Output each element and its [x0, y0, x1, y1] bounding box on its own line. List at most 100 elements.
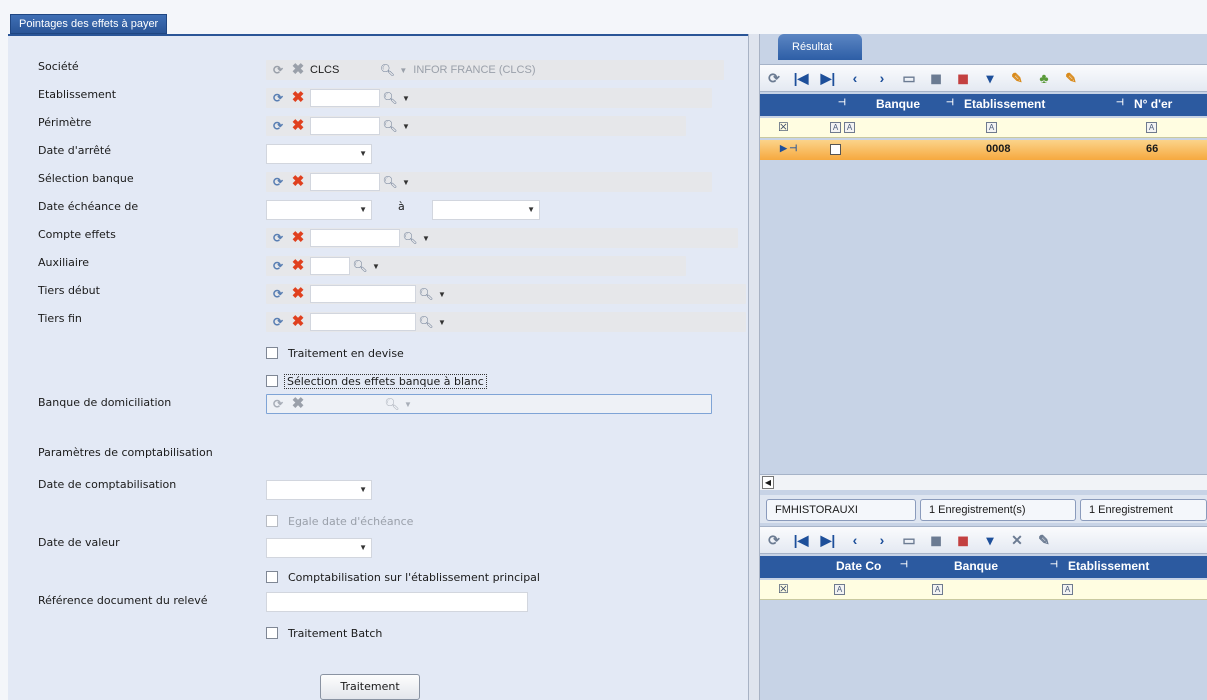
export-icon[interactable]: ✎: [1009, 70, 1025, 87]
chevron-down-icon[interactable]: ▼: [438, 318, 446, 327]
auxiliaire-input[interactable]: [310, 257, 350, 275]
last-record-icon[interactable]: ▶|: [820, 70, 836, 87]
clear-icon[interactable]: ✖: [290, 174, 306, 190]
next-record-icon[interactable]: ›: [874, 70, 890, 86]
clear-icon[interactable]: ✖: [290, 314, 306, 330]
col-banque[interactable]: Banque: [954, 559, 998, 573]
filter-a-icon[interactable]: A: [834, 584, 845, 595]
filter-edit-icon[interactable]: ☒: [778, 120, 789, 134]
chevron-down-icon[interactable]: ▼: [438, 290, 446, 299]
filter-a-icon[interactable]: A: [830, 122, 841, 133]
database-delete-icon[interactable]: ◼: [955, 532, 971, 549]
result-panel: Résultat ⟳ |◀ ▶| ‹ › ▭ ◼ ◼ ▾ ✎ ♣ ✎ ⊣ Ban…: [760, 34, 1207, 700]
row-checkbox[interactable]: [830, 144, 841, 155]
date-echeance-to-picker[interactable]: ▼: [432, 200, 540, 220]
last-record-icon[interactable]: ▶|: [820, 532, 836, 549]
reference-doc-input[interactable]: [266, 592, 528, 612]
filter-a-icon[interactable]: A: [1146, 122, 1157, 133]
database-icon[interactable]: ◼: [928, 70, 944, 87]
horizontal-scrollbar[interactable]: ◀: [760, 474, 1207, 490]
first-record-icon[interactable]: |◀: [793, 532, 809, 549]
clear-icon[interactable]: ✖: [290, 230, 306, 246]
col-etablissement[interactable]: Etablissement: [964, 97, 1045, 111]
traitement-devise-checkbox[interactable]: Traitement en devise: [266, 344, 404, 362]
filter-a-icon[interactable]: A: [844, 122, 855, 133]
filter-edit-icon[interactable]: ☒: [778, 582, 789, 596]
edit-icon[interactable]: ✎: [1036, 532, 1052, 549]
col-etablissement[interactable]: Etablissement: [1068, 559, 1149, 573]
refresh-icon[interactable]: ⟳: [270, 314, 286, 330]
panel-splitter[interactable]: [748, 34, 760, 700]
refresh-icon[interactable]: ⟳: [270, 90, 286, 106]
col-date-co[interactable]: Date Co: [836, 559, 881, 573]
compta-etab-principal-checkbox[interactable]: Comptabilisation sur l'établissement pri…: [266, 568, 540, 586]
egale-date-echeance-checkbox[interactable]: Egale date d'échéance: [266, 512, 413, 530]
refresh-icon[interactable]: ⟳: [270, 174, 286, 190]
search-icon[interactable]: 🔍︎: [382, 90, 398, 106]
filter-dropdown-icon[interactable]: ▾: [982, 532, 998, 549]
tools-icon[interactable]: ✕: [1009, 532, 1025, 549]
date-echeance-from-picker[interactable]: ▼: [266, 200, 372, 220]
search-icon[interactable]: 🔍︎: [402, 230, 418, 246]
chevron-down-icon[interactable]: ▼: [402, 122, 410, 131]
window-icon[interactable]: ▭: [901, 532, 917, 549]
search-icon[interactable]: 🔍︎: [382, 118, 398, 134]
pin-icon[interactable]: ⊣: [900, 559, 908, 570]
first-record-icon[interactable]: |◀: [793, 70, 809, 87]
database-delete-icon[interactable]: ◼: [955, 70, 971, 87]
prev-record-icon[interactable]: ‹: [847, 70, 863, 86]
pin-icon[interactable]: ⊣: [838, 97, 846, 108]
pin-icon[interactable]: ⊣: [1116, 97, 1124, 108]
search-icon[interactable]: 🔍︎: [352, 258, 368, 274]
traitement-batch-checkbox[interactable]: Traitement Batch: [266, 624, 382, 642]
date-valeur-picker[interactable]: ▼: [266, 538, 372, 558]
table-row[interactable]: ▶ ⊣ 0008 66: [760, 140, 1207, 160]
filter-a-icon[interactable]: A: [932, 584, 943, 595]
search-icon[interactable]: 🔍︎: [418, 314, 434, 330]
refresh-icon[interactable]: ⟳: [270, 230, 286, 246]
traitement-button[interactable]: Traitement: [320, 674, 420, 700]
tiers-fin-input[interactable]: [310, 313, 416, 331]
clear-icon[interactable]: ✖: [290, 118, 306, 134]
chevron-down-icon[interactable]: ▼: [402, 178, 410, 187]
refresh-icon[interactable]: ⟳: [766, 70, 782, 87]
search-icon[interactable]: 🔍︎: [418, 286, 434, 302]
scroll-left-icon[interactable]: ◀: [762, 476, 774, 489]
pin-icon[interactable]: ⊣: [1050, 559, 1058, 570]
col-numero[interactable]: N° d'er: [1134, 97, 1172, 111]
date-comptabilisation-picker[interactable]: ▼: [266, 480, 372, 500]
tab-resultat[interactable]: Résultat: [778, 34, 862, 60]
refresh-icon[interactable]: ⟳: [270, 118, 286, 134]
refresh-icon[interactable]: ⟳: [766, 532, 782, 549]
clear-icon[interactable]: ✖: [290, 90, 306, 106]
prev-record-icon[interactable]: ‹: [847, 532, 863, 548]
pin-icon[interactable]: ⊣: [946, 97, 954, 108]
filter-a-icon[interactable]: A: [1062, 584, 1073, 595]
tiers-debut-input[interactable]: [310, 285, 416, 303]
refresh-icon[interactable]: ⟳: [270, 286, 286, 302]
date-arrete-picker[interactable]: ▼: [266, 144, 372, 164]
filter-a-icon[interactable]: A: [986, 122, 997, 133]
filter-dropdown-icon[interactable]: ▾: [982, 70, 998, 87]
clear-icon[interactable]: ✖: [290, 286, 306, 302]
col-banque[interactable]: Banque: [876, 97, 920, 111]
refresh-icon[interactable]: ⟳: [270, 258, 286, 274]
chevron-down-icon[interactable]: ▼: [422, 234, 430, 243]
selection-banque-controls: ⟳ ✖ 🔍︎ ▼: [270, 172, 410, 192]
edit-icon[interactable]: ✎: [1063, 70, 1079, 87]
action-icon[interactable]: ♣: [1036, 70, 1052, 86]
perimetre-input[interactable]: [310, 117, 380, 135]
chevron-down-icon[interactable]: ▼: [402, 94, 410, 103]
search-icon[interactable]: 🔍︎: [382, 174, 398, 190]
compte-effets-input[interactable]: [310, 229, 400, 247]
chevron-down-icon: ▼: [359, 485, 367, 494]
window-tab-title[interactable]: Pointages des effets à payer: [10, 14, 168, 34]
next-record-icon[interactable]: ›: [874, 532, 890, 548]
window-icon[interactable]: ▭: [901, 70, 917, 87]
selection-banque-input[interactable]: [310, 173, 380, 191]
database-icon[interactable]: ◼: [928, 532, 944, 549]
selection-effets-blanc-checkbox[interactable]: Sélection des effets banque à blanc: [266, 372, 487, 390]
clear-icon[interactable]: ✖: [290, 258, 306, 274]
etablissement-input[interactable]: [310, 89, 380, 107]
chevron-down-icon[interactable]: ▼: [372, 262, 380, 271]
